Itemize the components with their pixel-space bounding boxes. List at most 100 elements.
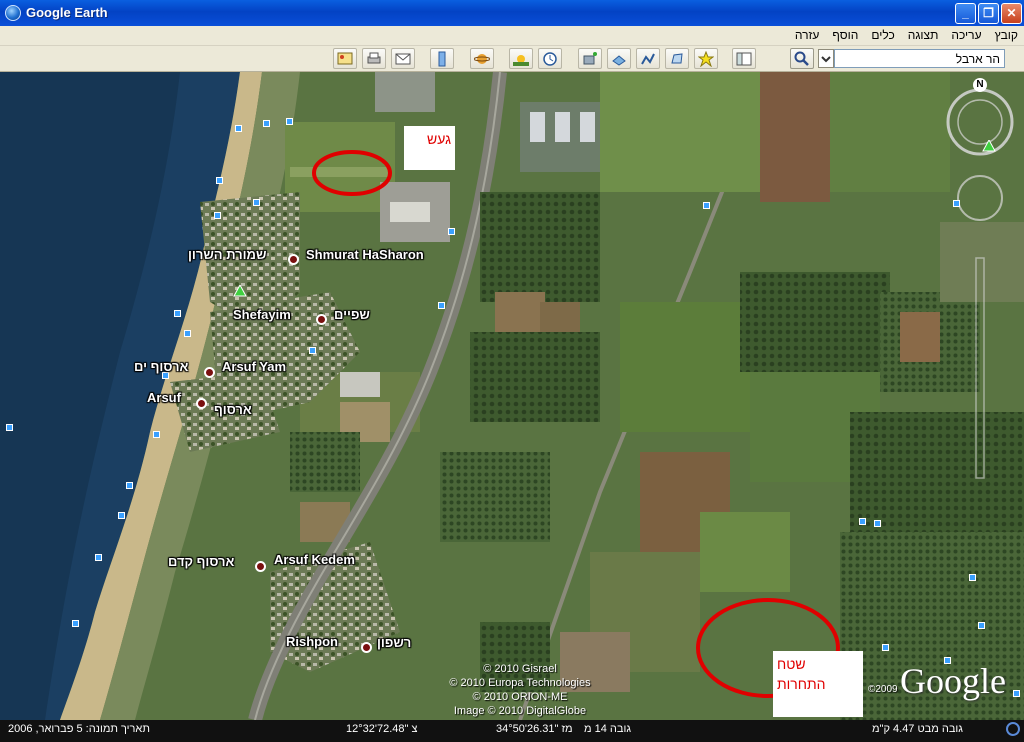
attribution-line: Image © 2010 DigitalGlobe — [453, 705, 587, 717]
add-path-button[interactable] — [636, 48, 660, 69]
annotation-label-top: געש — [404, 126, 455, 170]
poi-marker[interactable] — [309, 347, 316, 354]
add-overlay-button[interactable] — [607, 48, 631, 69]
poi-marker[interactable] — [235, 125, 242, 132]
place-dot[interactable] — [288, 254, 299, 265]
poi-marker[interactable] — [286, 118, 293, 125]
place-label-shmurat-en: Shmurat HaSharon — [306, 247, 424, 262]
chevron-down-icon — [821, 56, 831, 63]
place-label-shefayim-en: Shefayim — [233, 307, 291, 322]
attribution-line: © 2010 ORION-ME — [472, 691, 568, 703]
place-label-arsuf-he: ארסוף — [214, 402, 252, 417]
record-tour-button[interactable] — [578, 48, 602, 69]
place-label-arsufkedem-he: ארסוף קדם — [168, 554, 235, 569]
search-button[interactable] — [790, 48, 814, 69]
poi-marker[interactable] — [174, 310, 181, 317]
poi-marker[interactable] — [126, 482, 133, 489]
clock-icon — [543, 52, 557, 66]
compass-north-icon[interactable]: N — [973, 78, 987, 92]
poi-marker[interactable] — [882, 644, 889, 651]
add-placemark-button[interactable] — [694, 48, 718, 69]
poi-marker[interactable] — [263, 120, 270, 127]
poi-marker[interactable] — [6, 424, 13, 431]
poi-marker[interactable] — [969, 574, 976, 581]
envelope-icon — [395, 53, 411, 65]
poi-marker[interactable] — [859, 518, 866, 525]
poi-marker[interactable] — [72, 620, 79, 627]
place-label-rishpon-en: Rishpon — [286, 634, 338, 649]
email-button[interactable] — [391, 48, 415, 69]
poi-marker[interactable] — [184, 330, 191, 337]
window-title: Google Earth — [26, 5, 108, 20]
place-label-rishpon-he: רשפון — [377, 635, 412, 650]
sunlight-icon — [513, 55, 529, 66]
poi-marker[interactable] — [118, 512, 125, 519]
menu-file[interactable]: קובץ — [995, 28, 1018, 42]
elevation-readout: גובה 14 מ — [584, 723, 631, 735]
poi-marker[interactable] — [438, 302, 445, 309]
annotation-bottom-line1: שטח — [777, 656, 806, 672]
place-label-arsufyam-en: Arsuf Yam — [222, 359, 287, 374]
poi-marker[interactable] — [874, 520, 881, 527]
poi-marker[interactable] — [703, 202, 710, 209]
poi-marker[interactable] — [214, 212, 221, 219]
minimize-button[interactable]: _ — [955, 3, 976, 24]
place-label-arsufkedem-en: Arsuf Kedem — [274, 552, 355, 567]
email-view-button[interactable] — [333, 48, 357, 69]
placemark-icon — [698, 51, 714, 67]
search-input[interactable] — [834, 49, 1005, 68]
longitude-readout: 34°50'26.31" מז — [496, 723, 573, 735]
ruler-icon — [438, 51, 446, 67]
path-icon — [641, 53, 655, 65]
historical-imagery-button[interactable] — [538, 48, 562, 69]
tree-icon — [233, 285, 247, 297]
ruler-button[interactable] — [430, 48, 454, 69]
add-polygon-button[interactable] — [665, 48, 689, 69]
status-bar: תאריך תמונה: 5 פברואר, 2006 12°32'72.48"… — [0, 720, 1024, 742]
annotation-bottom-line2: התחרות — [777, 676, 826, 692]
place-dot[interactable] — [316, 314, 327, 325]
camera-icon — [583, 52, 597, 65]
sunlight-button[interactable] — [509, 48, 533, 69]
search-icon — [794, 51, 809, 66]
place-dot[interactable] — [255, 561, 266, 572]
place-label-shmurat-he: שמורת השרון — [188, 247, 267, 262]
latitude-readout: 12°32'72.48" צ — [346, 723, 418, 735]
menu-edit[interactable]: עריכה — [951, 28, 981, 42]
planet-icon — [474, 54, 490, 64]
planet-button[interactable] — [470, 48, 494, 69]
poi-marker[interactable] — [153, 431, 160, 438]
map-view[interactable]: N שמורת השרון Shmurat HaSharon Shefayim … — [0, 72, 1024, 720]
close-button[interactable]: ✕ — [1001, 3, 1022, 24]
menu-bar: קובץ עריכה תצוגה כלים הוסף עזרה — [0, 26, 1024, 46]
poi-marker[interactable] — [448, 228, 455, 235]
poi-marker[interactable] — [953, 200, 960, 207]
poi-marker[interactable] — [216, 177, 223, 184]
place-dot[interactable] — [204, 367, 215, 378]
annotation-label-bottom: שטח התחרות — [773, 651, 863, 717]
menu-view[interactable]: תצוגה — [908, 28, 939, 42]
imagery-attribution: © 2010 Gisrael © 2010 Europa Technologie… — [430, 662, 610, 718]
printer-icon — [367, 52, 381, 64]
place-dot[interactable] — [196, 398, 207, 409]
sidebar-toggle-button[interactable] — [732, 48, 756, 69]
poi-marker[interactable] — [1013, 690, 1020, 697]
search-dropdown[interactable] — [818, 49, 834, 68]
streaming-indicator-icon — [1006, 722, 1020, 736]
menu-help[interactable]: עזרה — [795, 28, 820, 42]
print-button[interactable] — [362, 48, 386, 69]
imagery-date: תאריך תמונה: 5 פברואר, 2006 — [8, 723, 150, 735]
polygon-icon — [671, 53, 683, 64]
menu-add[interactable]: הוסף — [832, 28, 858, 42]
poi-marker[interactable] — [978, 622, 985, 629]
annotation-top-text: געש — [426, 131, 451, 147]
menu-tools[interactable]: כלים — [871, 28, 894, 42]
brand-year: ©2009 — [868, 684, 898, 695]
toolbar — [0, 46, 1024, 72]
poi-marker[interactable] — [95, 554, 102, 561]
place-label-arsuf-en: Arsuf — [147, 390, 181, 405]
google-earth-icon — [5, 5, 21, 21]
place-dot[interactable] — [361, 642, 372, 653]
maximize-button[interactable]: ❐ — [978, 3, 999, 24]
poi-marker[interactable] — [253, 199, 260, 206]
